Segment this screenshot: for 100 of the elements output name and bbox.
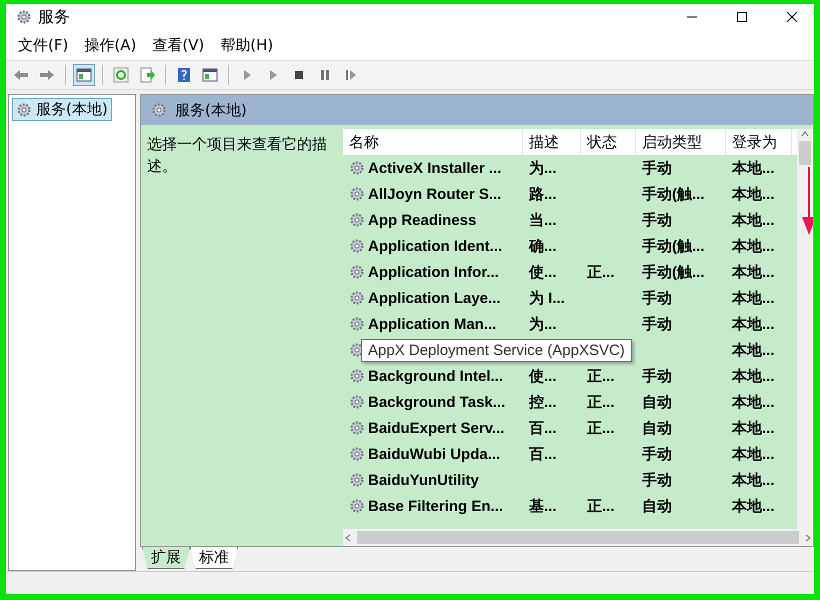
- gear-icon: [349, 290, 365, 306]
- column-header[interactable]: 状态: [581, 129, 636, 155]
- table-cell: 使...: [529, 262, 557, 282]
- table-cell: 手动: [642, 470, 672, 490]
- table-cell: 基...: [529, 496, 557, 516]
- maximize-icon: [737, 12, 747, 22]
- menu-item[interactable]: 帮助(H): [220, 36, 274, 54]
- view-tab[interactable]: 标准: [190, 547, 238, 569]
- column-header[interactable]: 名称: [343, 129, 523, 155]
- table-cell: Base Filtering En...: [368, 498, 504, 514]
- table-cell: 本地...: [732, 418, 775, 438]
- down-arrow-icon: [801, 167, 813, 235]
- table-cell: 百...: [529, 444, 557, 464]
- view-tab[interactable]: 扩展: [142, 547, 190, 569]
- gear-icon: [16, 102, 32, 118]
- gear-icon: [16, 9, 32, 25]
- table-cell: 手动: [642, 444, 672, 464]
- scroll-thumb[interactable]: [799, 141, 811, 165]
- table-cell: 路...: [529, 184, 557, 204]
- gear-icon: [349, 264, 365, 280]
- tree-pane-icon[interactable]: [73, 64, 95, 86]
- table-cell: 本地...: [732, 262, 775, 282]
- menu-item[interactable]: 文件(F): [18, 36, 68, 54]
- tooltip: AppX Deployment Service (AppXSVC): [361, 339, 632, 362]
- gear-icon: [349, 446, 365, 462]
- gear-icon: [349, 472, 365, 488]
- table-cell: 正...: [587, 262, 615, 282]
- table-cell: App Readiness: [368, 212, 476, 228]
- table-cell: AllJoyn Router S...: [368, 186, 502, 202]
- table-cell: BaiduExpert Serv...: [368, 420, 504, 436]
- table-cell: 本地...: [732, 340, 775, 360]
- table-cell: 手动: [642, 314, 672, 334]
- table-cell: 本地...: [732, 496, 775, 516]
- scroll-up-icon[interactable]: [800, 129, 810, 139]
- column-header[interactable]: 描述: [523, 129, 581, 155]
- menu-item[interactable]: 查看(V): [152, 36, 204, 54]
- table-cell: 正...: [587, 366, 615, 386]
- table-cell: 手动: [642, 288, 672, 308]
- gear-icon: [349, 394, 365, 410]
- table-cell: Application Man...: [368, 316, 496, 332]
- table-cell: 手动(触...: [642, 262, 704, 282]
- table-cell: BaiduWubi Upda...: [368, 446, 500, 462]
- tree-item[interactable]: 服务(本地): [12, 98, 112, 121]
- table-cell: 自动: [642, 496, 672, 516]
- window-title: 服务: [38, 6, 71, 28]
- scroll-left-icon[interactable]: [343, 532, 353, 542]
- column-header[interactable]: 启动类型: [636, 129, 726, 155]
- table-cell: 本地...: [732, 288, 775, 308]
- table-cell: Application Infor...: [368, 264, 499, 280]
- table-cell: Background Task...: [368, 394, 506, 410]
- table-cell: 本地...: [732, 184, 775, 204]
- menu-item[interactable]: 操作(A): [84, 36, 136, 54]
- table-cell: BaiduYunUtility: [368, 472, 479, 488]
- table-cell: 百...: [529, 418, 557, 438]
- table-cell: 为 I...: [529, 288, 565, 308]
- table-cell: 手动: [642, 366, 672, 386]
- table-cell: 自动: [642, 418, 672, 438]
- table-cell: Background Intel...: [368, 368, 504, 384]
- gear-icon: [349, 238, 365, 254]
- gear-icon: [151, 102, 167, 118]
- gear-icon: [349, 316, 365, 332]
- table-cell: 为...: [529, 158, 557, 178]
- gear-icon: [349, 420, 365, 436]
- table-cell: 确...: [529, 236, 557, 256]
- table-cell: 当...: [529, 210, 557, 230]
- scroll-right-icon[interactable]: [803, 532, 813, 542]
- vertical-scrollbar[interactable]: [797, 129, 813, 529]
- table-cell: 手动(触...: [642, 236, 704, 256]
- gear-icon: [349, 160, 365, 176]
- table-cell: 自动: [642, 392, 672, 412]
- gear-icon: [349, 368, 365, 384]
- table-cell: 本地...: [732, 210, 775, 230]
- gear-icon: [349, 498, 365, 514]
- panel-title: 服务(本地): [175, 100, 247, 120]
- table-cell: 本地...: [732, 444, 775, 464]
- close-icon: [787, 12, 797, 22]
- table-cell: 手动: [642, 210, 672, 230]
- gear-icon: [349, 212, 365, 228]
- table-cell: 本地...: [732, 392, 775, 412]
- table-cell: 正...: [587, 392, 615, 412]
- table-cell: Application Laye...: [368, 290, 501, 306]
- table-cell: 控...: [529, 392, 557, 412]
- table-cell: 本地...: [732, 470, 775, 490]
- table-cell: 手动(触...: [642, 184, 704, 204]
- description-text: 选择一个项目来查看它的描述。: [146, 134, 328, 177]
- table-cell: 使...: [529, 366, 557, 386]
- table-cell: ActiveX Installer ...: [368, 160, 502, 176]
- gear-icon: [349, 186, 365, 202]
- scroll-thumb[interactable]: [357, 531, 799, 544]
- tree-item-label: 服务(本地): [36, 100, 108, 119]
- table-cell: 本地...: [732, 158, 775, 178]
- table-cell: 正...: [587, 418, 615, 438]
- column-header[interactable]: 登录为: [726, 129, 792, 155]
- horizontal-scrollbar[interactable]: [343, 529, 813, 546]
- table-cell: 本地...: [732, 314, 775, 334]
- table-cell: 本地...: [732, 366, 775, 386]
- table-cell: 正...: [587, 496, 615, 516]
- table-cell: 为...: [529, 314, 557, 334]
- table-cell: 本地...: [732, 236, 775, 256]
- table-cell: Application Ident...: [368, 238, 502, 254]
